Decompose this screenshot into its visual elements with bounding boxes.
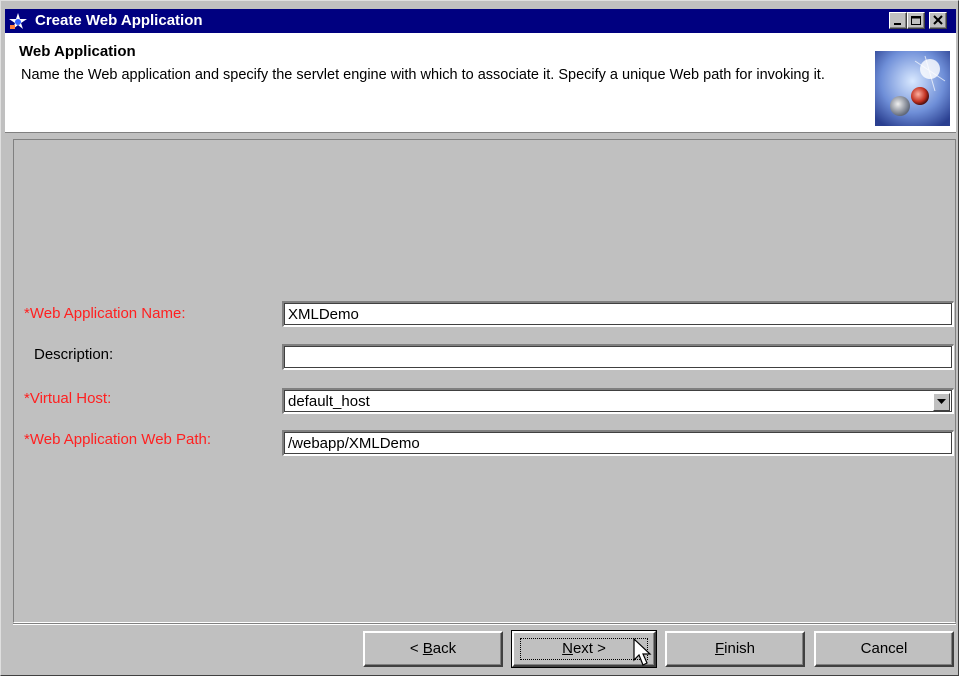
web-path-value: /webapp/XMLDemo [288,435,420,452]
web-app-wizard-icon [9,13,27,29]
web-path-label: *Web Application Web Path: [24,431,212,448]
virtual-host-dropdown-button[interactable] [933,393,950,411]
chevron-down-icon [937,399,946,404]
cancel-button[interactable]: Cancel [814,631,954,667]
globe-banner-icon [875,51,950,126]
mouse-pointer-icon [633,638,652,666]
create-web-application-window: Create Web Application Web Application N… [0,0,959,676]
minimize-icon [894,23,901,25]
virtual-host-value: default_host [288,393,370,410]
maximize-button[interactable] [907,12,925,29]
page-title: Web Application [19,43,136,60]
web-app-name-input[interactable]: XMLDemo [282,301,954,327]
web-app-name-value: XMLDemo [288,306,359,323]
minimize-button[interactable] [889,12,907,29]
close-icon [933,15,943,25]
maximize-icon [911,16,921,25]
description-input[interactable] [282,344,954,370]
button-bar-separator [13,623,956,625]
web-path-input[interactable]: /webapp/XMLDemo [282,430,954,456]
window-title: Create Web Application [35,12,203,29]
form-panel: *Web Application Name: XMLDemo Descripti… [13,139,956,623]
description-label: Description: [34,346,114,363]
title-bar: Create Web Application [5,9,956,33]
back-button[interactable]: < Back [363,631,503,667]
page-description: Name the Web application and specify the… [21,67,825,83]
virtual-host-select[interactable]: default_host [282,388,954,414]
virtual-host-label: *Virtual Host: [24,390,112,407]
close-button[interactable] [929,12,947,29]
focus-ring [520,638,648,660]
finish-button[interactable]: Finish [665,631,805,667]
wizard-header: Web Application Name the Web application… [5,33,956,133]
web-app-name-label: *Web Application Name: [24,305,186,322]
